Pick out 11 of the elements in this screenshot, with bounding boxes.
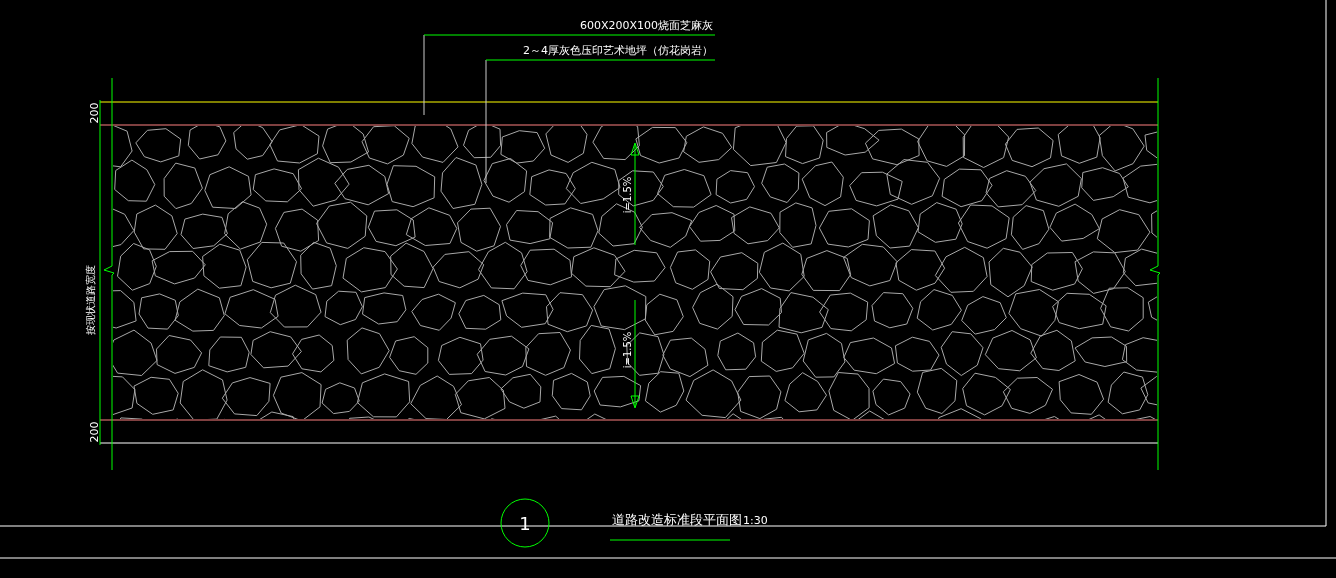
slope-label: i=1.5% [622, 176, 633, 214]
width-note: 按现状道路宽度 [85, 265, 96, 335]
callout-label: 2～4厚灰色压印艺术地坪（仿花岗岩） [523, 44, 713, 57]
dimension-label: 200 [88, 421, 101, 443]
view-title: 道路改造标准段平面图 [612, 512, 742, 527]
scale-label: 1:30 [743, 514, 768, 527]
view-number-circle [500, 498, 550, 548]
view-number: 1 [519, 513, 531, 534]
callout-label: 600X200X100烧面芝麻灰 [579, 19, 713, 32]
slope-label: i=1.5% [622, 331, 633, 369]
dimension-label: 200 [88, 102, 101, 124]
